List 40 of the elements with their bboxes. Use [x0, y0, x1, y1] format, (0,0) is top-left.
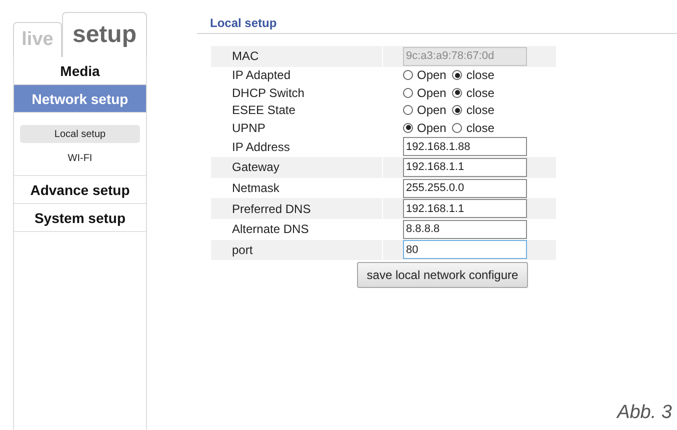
field-label: UPNP — [231, 120, 266, 135]
field-label: MAC — [231, 49, 259, 64]
radio-label: close — [466, 103, 494, 118]
field-label: IP Adapted — [231, 68, 290, 82]
radio-button[interactable] — [403, 88, 413, 98]
radio-button[interactable] — [403, 105, 413, 116]
radio-label: Open — [417, 120, 446, 135]
field-label: port — [231, 242, 253, 257]
input-field[interactable]: 255.255.0.0 — [403, 178, 527, 198]
radio-button[interactable] — [452, 88, 462, 98]
radio-label: close — [466, 120, 494, 135]
radio-label: close — [466, 68, 494, 82]
input-field[interactable]: 192.168.1.1 — [403, 199, 527, 218]
radio-label: Open — [417, 68, 446, 82]
input-field[interactable]: 192.168.1.1 — [403, 158, 527, 177]
field-label: IP Address — [231, 140, 290, 154]
input-field[interactable]: 192.168.1.88 — [403, 137, 527, 156]
submenu-item[interactable]: Local setup — [20, 125, 140, 143]
radio-button[interactable] — [403, 70, 413, 80]
input-field[interactable]: 8.8.8.8 — [403, 220, 527, 239]
field-label: ESEE State — [231, 103, 296, 118]
radio-label: close — [466, 86, 494, 100]
field-label: Netmask — [231, 181, 280, 196]
section-title: Local setup — [197, 16, 677, 34]
submenu-item[interactable]: WI-FI — [20, 149, 140, 167]
save-button[interactable]: save local network configure — [357, 262, 528, 288]
radio-button[interactable] — [403, 122, 413, 133]
field-label: Preferred DNS — [231, 202, 311, 216]
field-label: DHCP Switch — [231, 86, 304, 100]
radio-button[interactable] — [452, 70, 462, 80]
radio-label: Open — [417, 86, 446, 100]
field-label: Alternate DNS — [231, 222, 309, 236]
radio-label: Open — [417, 103, 446, 118]
input-field[interactable]: 80 — [403, 240, 527, 260]
figure-caption: Abb. 3 — [617, 402, 672, 424]
tab[interactable]: setup — [62, 12, 147, 57]
field-label: Gateway — [231, 160, 280, 174]
radio-button[interactable] — [452, 105, 462, 116]
menu-item[interactable]: Network setup — [14, 85, 146, 113]
radio-button[interactable] — [452, 122, 462, 133]
